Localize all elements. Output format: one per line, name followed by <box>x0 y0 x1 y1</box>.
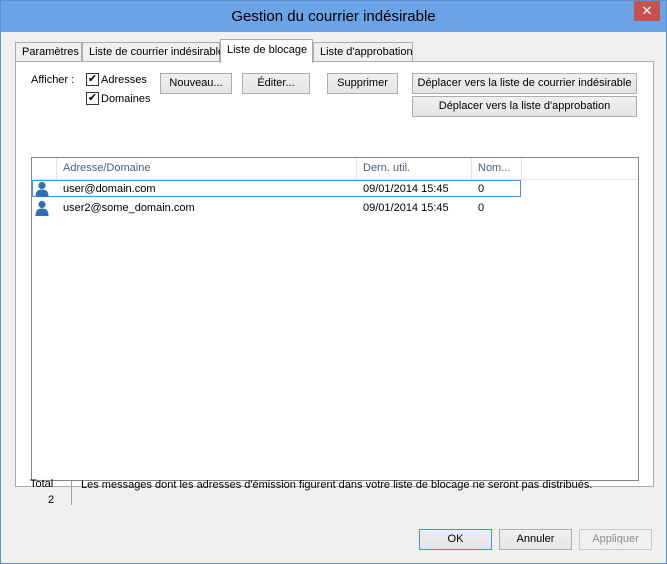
column-header-last-used[interactable]: Dern. util. <box>357 158 472 179</box>
footer-divider <box>71 481 72 505</box>
addresses-label: Adresses <box>101 74 147 86</box>
title-bar: Gestion du courrier indésirable ✕ <box>1 1 666 32</box>
dialog-client: Paramètres Liste de courrier indésirable… <box>8 32 659 556</box>
row-address: user@domain.com <box>63 183 156 195</box>
domains-label: Domaines <box>101 93 151 105</box>
column-header-count[interactable]: Nom... <box>472 158 522 179</box>
total-value: 2 <box>48 494 55 506</box>
tab-liste-blocage[interactable]: Liste de blocage <box>220 39 313 63</box>
tab-liste-approbation[interactable]: Liste d'approbation <box>313 42 413 62</box>
ok-button[interactable]: OK <box>419 529 492 550</box>
edit-button[interactable]: Éditer... <box>242 73 310 94</box>
domains-checkbox[interactable]: ✔ <box>86 92 99 105</box>
icon-column-header <box>32 158 57 179</box>
close-icon: ✕ <box>641 3 653 18</box>
new-button[interactable]: Nouveau... <box>160 73 232 94</box>
column-header-address[interactable]: Adresse/Domaine <box>57 158 357 179</box>
list-header: Adresse/Domaine Dern. util. Nom... <box>32 158 638 180</box>
tab-liste-courrier-indesirable[interactable]: Liste de courrier indésirable <box>82 42 224 62</box>
apply-button[interactable]: Appliquer <box>579 529 652 550</box>
move-to-junk-list-button[interactable]: Déplacer vers la liste de courrier indés… <box>412 73 637 94</box>
move-to-approval-list-button[interactable]: Déplacer vers la liste d'approbation <box>412 96 637 117</box>
blocked-list-info-text: Les messages dont les adresses d'émissio… <box>81 479 593 491</box>
total-label: Total <box>30 478 54 490</box>
user-icon <box>35 181 49 197</box>
cancel-button[interactable]: Annuler <box>499 529 572 550</box>
check-icon: ✔ <box>87 73 98 85</box>
close-button[interactable]: ✕ <box>634 1 660 21</box>
blocked-list-view[interactable]: Adresse/Domaine Dern. util. Nom... user@… <box>31 157 639 481</box>
row-address: user2@some_domain.com <box>63 202 195 214</box>
delete-button[interactable]: Supprimer <box>327 73 398 94</box>
row-last-used: 09/01/2014 15:45 <box>363 202 449 214</box>
filter-label: Afficher : <box>31 74 75 86</box>
tab-parametres[interactable]: Paramètres <box>15 42 82 62</box>
list-row[interactable]: user2@some_domain.com 09/01/2014 15:45 0 <box>32 199 638 217</box>
row-count: 0 <box>478 183 485 195</box>
user-icon <box>35 200 49 216</box>
check-icon: ✔ <box>87 92 98 104</box>
list-row[interactable]: user@domain.com 09/01/2014 15:45 0 <box>32 180 638 198</box>
tab-panel-blocked-list: Afficher : ✔ Adresses ✔ Domaines Nouveau… <box>15 61 654 487</box>
addresses-checkbox[interactable]: ✔ <box>86 73 99 86</box>
row-count: 0 <box>478 202 485 214</box>
row-last-used: 09/01/2014 15:45 <box>363 183 449 195</box>
junk-mail-dialog: Gestion du courrier indésirable ✕ Paramè… <box>0 0 667 564</box>
window-title: Gestion du courrier indésirable <box>231 8 436 25</box>
